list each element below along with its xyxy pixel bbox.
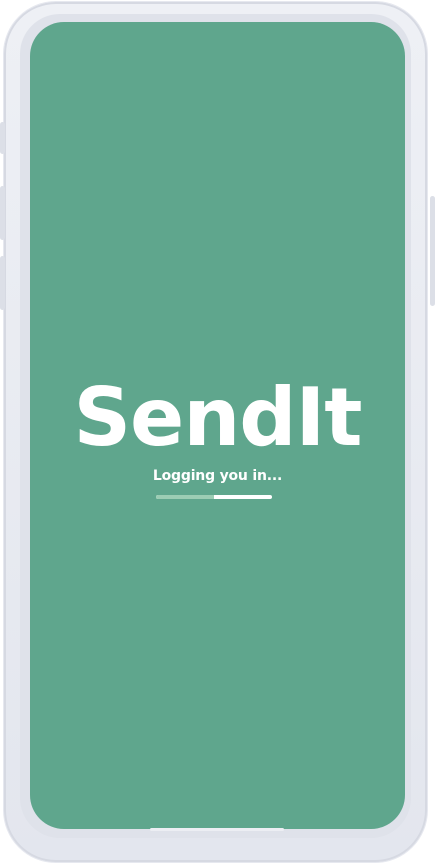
volume-up-button — [0, 186, 5, 240]
home-indicator — [150, 828, 284, 831]
volume-down-button — [0, 256, 5, 310]
mute-switch — [0, 122, 5, 154]
loading-status-text: Logging you in... — [152, 468, 283, 484]
device-frame: SendIt Logging you in... — [0, 0, 435, 866]
power-button — [430, 196, 435, 306]
login-progress-bar — [156, 495, 272, 499]
login-progress-fill — [156, 495, 214, 499]
splash-screen: SendIt Logging you in... — [30, 22, 405, 829]
app-logo: SendIt — [73, 371, 362, 464]
